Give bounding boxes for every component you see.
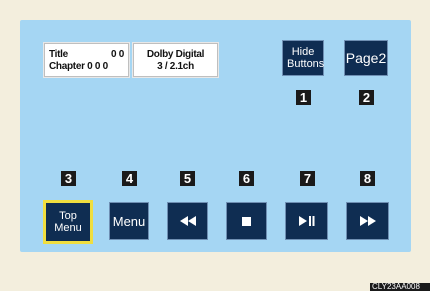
rewind-icon (179, 216, 196, 226)
callout-4: 4 (122, 171, 137, 186)
callout-1: 1 (296, 90, 311, 105)
top-menu-label: Top Menu (54, 210, 82, 234)
title-label: Title (49, 49, 68, 60)
callout-8: 8 (360, 171, 375, 186)
title-value: 0 0 (110, 49, 124, 60)
page2-label: Page2 (345, 50, 387, 66)
callout-2: 2 (359, 90, 374, 105)
hide-buttons-button[interactable]: Hide Buttons (282, 40, 324, 76)
figure-reference-code: CLY23AA008 (370, 283, 430, 291)
menu-label: Menu (112, 213, 146, 229)
fast-forward-button[interactable] (346, 202, 389, 240)
audio-channels: 3 / 2.1ch (157, 61, 194, 72)
dvd-control-screen: Title 0 0 Chapter 0 0 0 Dolby Digital 3 … (20, 20, 411, 252)
callout-5: 5 (180, 171, 195, 186)
page2-button[interactable]: Page2 (344, 40, 388, 76)
stop-icon (242, 216, 251, 226)
chapter-label: Chapter 0 0 0 (49, 61, 108, 72)
callout-7: 7 (300, 171, 315, 186)
hide-buttons-label: Hide Buttons (287, 46, 325, 70)
callout-6: 6 (239, 171, 254, 186)
rewind-button[interactable] (167, 202, 208, 240)
stop-button[interactable] (226, 202, 267, 240)
play-pause-icon (298, 216, 314, 226)
audio-format: Dolby Digital (146, 49, 205, 60)
fast-forward-icon (359, 216, 376, 226)
title-chapter-display: Title 0 0 Chapter 0 0 0 (44, 43, 129, 77)
play-pause-button[interactable] (285, 202, 328, 240)
menu-button[interactable]: Menu (109, 202, 149, 240)
top-menu-button[interactable]: Top Menu (43, 200, 93, 244)
audio-format-display: Dolby Digital 3 / 2.1ch (133, 43, 218, 77)
callout-3: 3 (61, 171, 76, 186)
